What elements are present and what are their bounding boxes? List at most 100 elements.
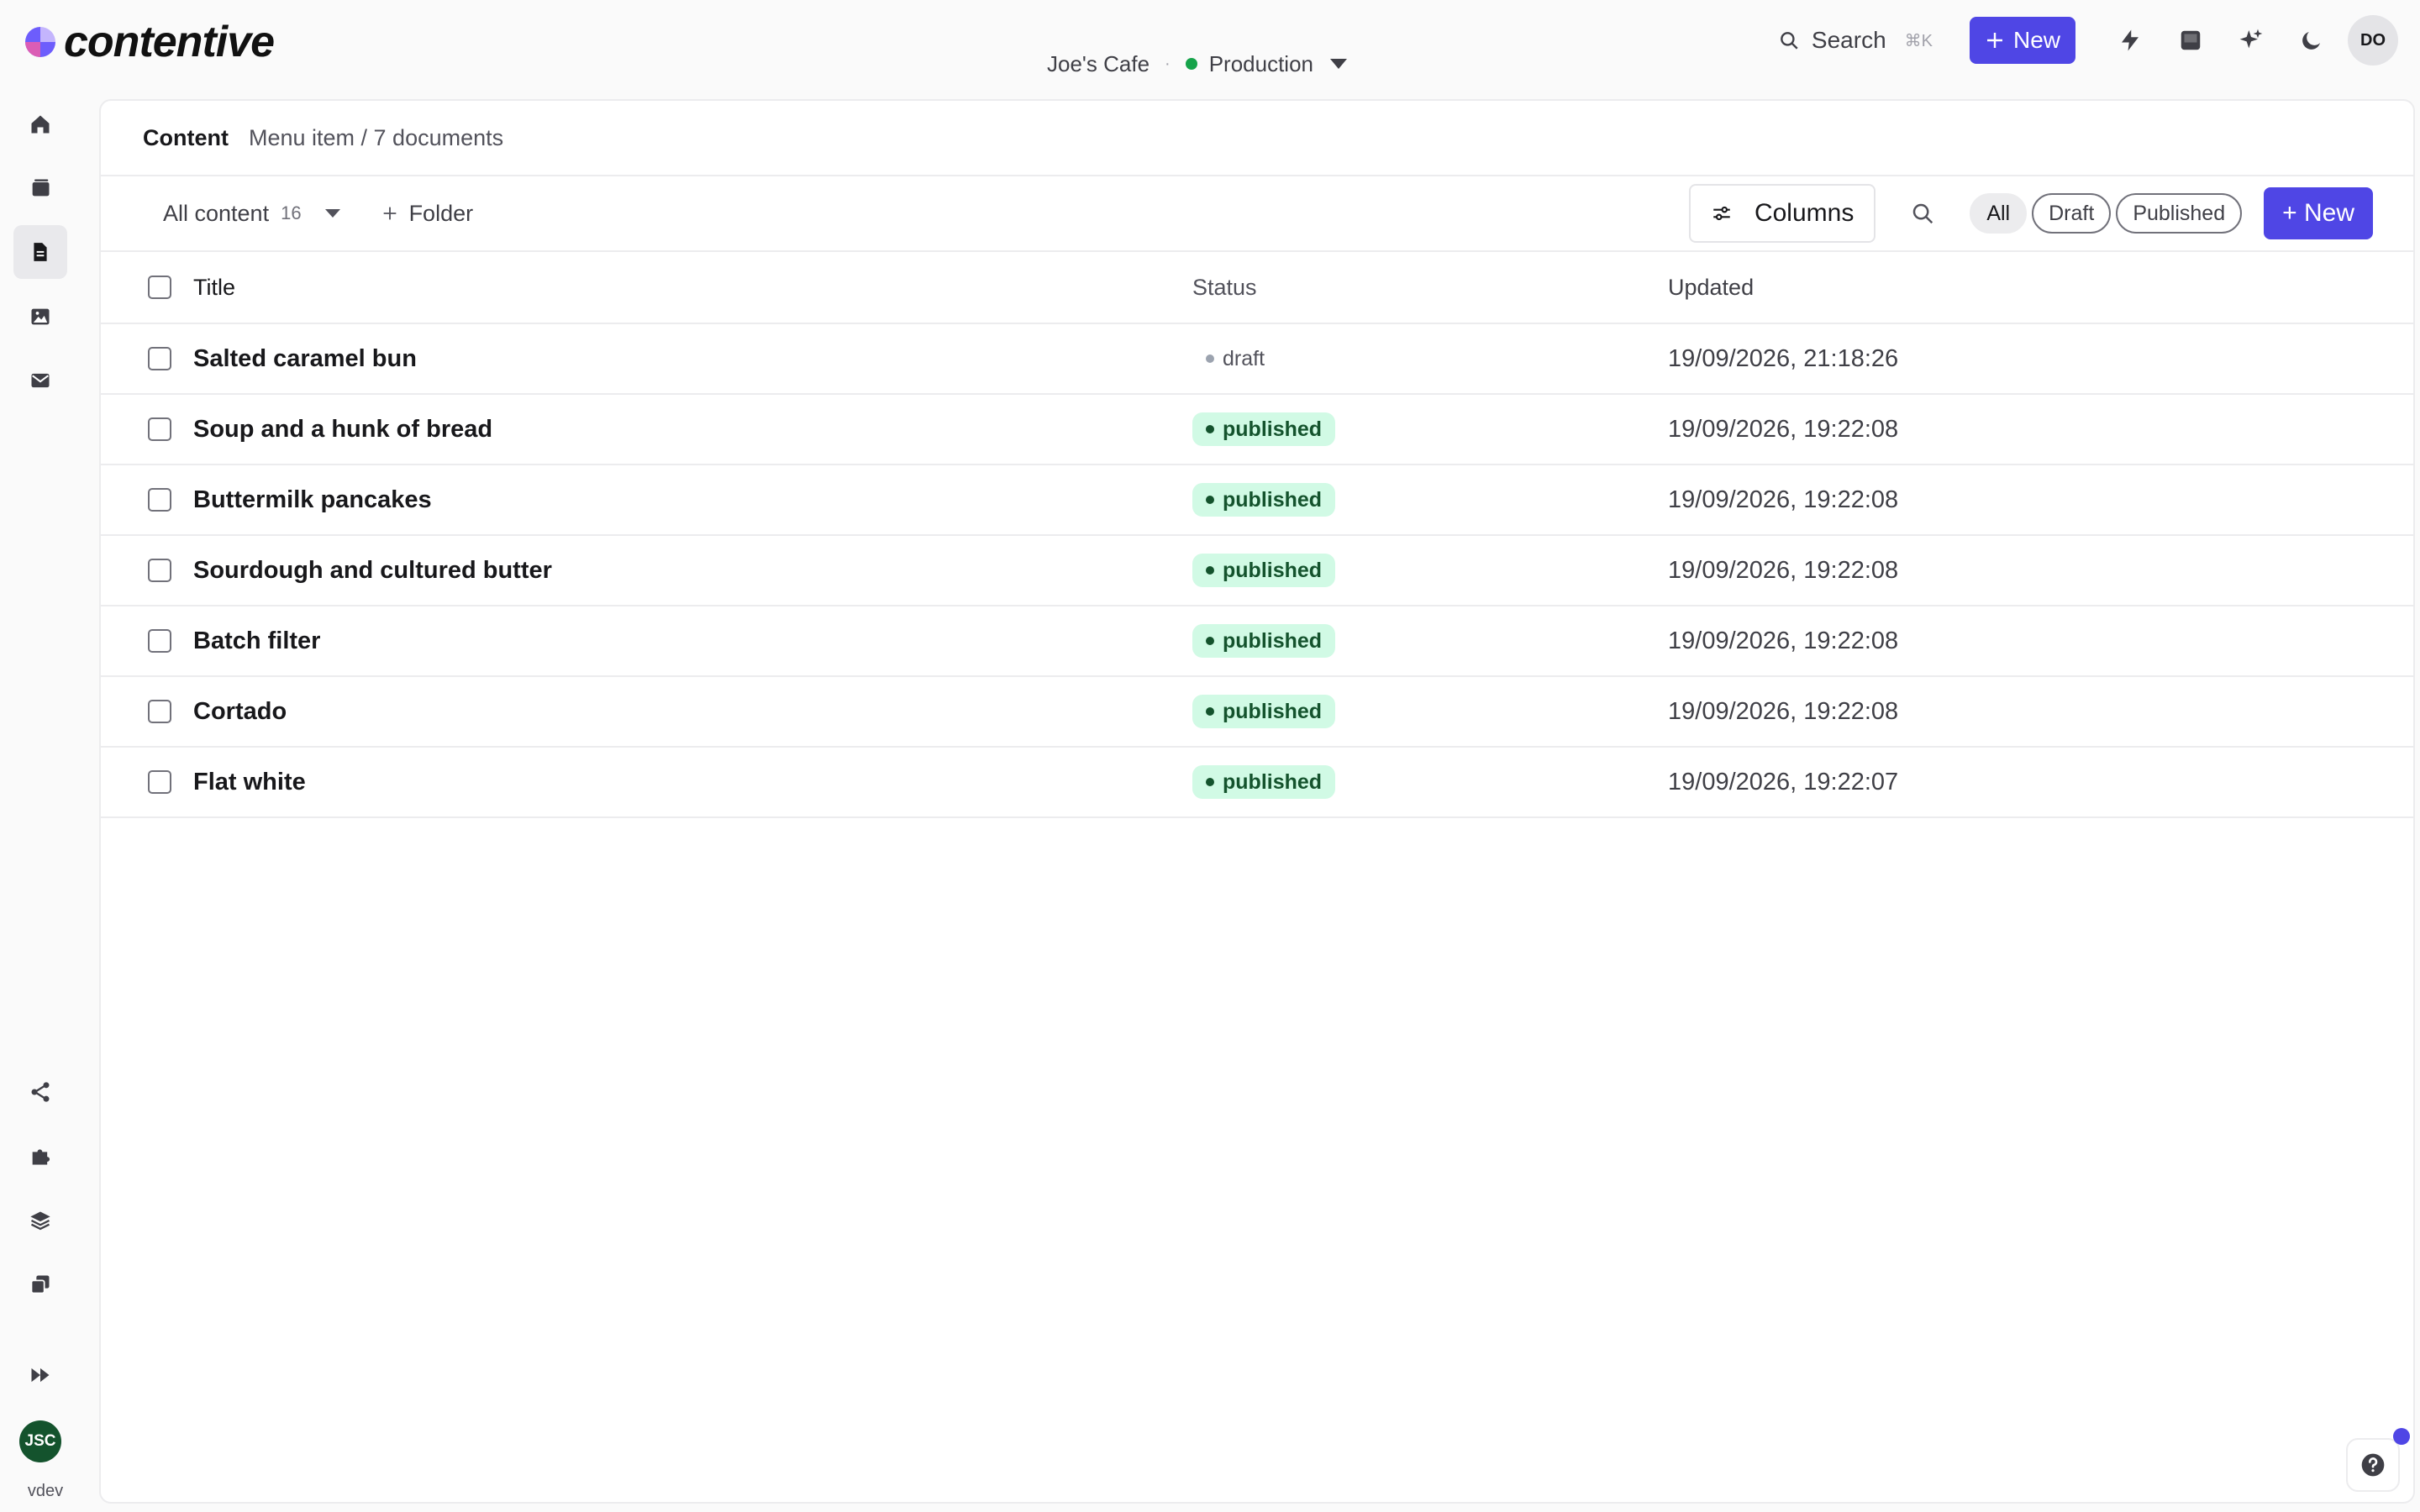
row-title[interactable]: Cortado <box>193 698 1192 726</box>
row-checkbox[interactable] <box>148 488 171 512</box>
status-label: published <box>1223 558 1323 582</box>
sliders-icon <box>1713 206 1730 221</box>
row-checkbox[interactable] <box>148 700 171 723</box>
filter-draft[interactable]: Draft <box>2032 193 2112 234</box>
status-label: published <box>1223 699 1323 723</box>
filter-all[interactable]: All <box>1970 193 2028 234</box>
row-checkbox[interactable] <box>148 629 171 653</box>
inbox-button[interactable] <box>2166 16 2215 65</box>
new-button-header[interactable]: New <box>1969 17 2075 64</box>
table-row[interactable]: Cortado published 19/09/2026, 19:22:08 <box>101 677 2413 748</box>
documents-table: Title Status Updated Salted caramel bun … <box>101 252 2413 818</box>
folder-selector-label: All content <box>163 200 270 226</box>
row-title[interactable]: Batch filter <box>193 627 1192 655</box>
rail-item-home[interactable] <box>13 97 67 151</box>
project-switcher[interactable]: Joe's Cafe · Production <box>1047 47 1348 81</box>
row-title[interactable]: Buttermilk pancakes <box>193 486 1192 514</box>
table-search-button[interactable] <box>1896 186 1949 240</box>
row-checkbox[interactable] <box>148 770 171 794</box>
row-updated: 19/09/2026, 19:22:08 <box>1668 556 1899 584</box>
status-badge: draft <box>1192 342 1278 375</box>
breadcrumb: Content Menu item / 7 documents <box>101 101 2413 176</box>
folder-selector[interactable]: All content 16 <box>163 201 340 227</box>
rail-item-media[interactable] <box>13 290 67 344</box>
row-checkbox[interactable] <box>148 417 171 441</box>
status-dot <box>1206 354 1214 363</box>
table-row[interactable]: Buttermilk pancakes published 19/09/2026… <box>101 465 2413 536</box>
columns-label: Columns <box>1754 199 1854 227</box>
status-label: published <box>1223 628 1323 653</box>
row-title[interactable]: Flat white <box>193 769 1192 796</box>
search-label: Search <box>1811 27 1886 53</box>
table-row[interactable]: Sourdough and cultured butter published … <box>101 536 2413 606</box>
environment-name: Production <box>1208 50 1314 76</box>
row-updated: 19/09/2026, 19:22:08 <box>1668 415 1899 443</box>
lightning-button[interactable] <box>2106 16 2154 65</box>
rail-item-models[interactable] <box>13 1194 67 1247</box>
layers-icon <box>30 1211 50 1231</box>
columns-button[interactable]: Columns <box>1688 184 1876 243</box>
row-title[interactable]: Soup and a hunk of bread <box>193 416 1192 444</box>
row-title[interactable]: Salted caramel bun <box>193 345 1192 373</box>
breadcrumb-path: Menu item / 7 documents <box>248 124 504 150</box>
environment-status-dot <box>1185 58 1197 70</box>
row-checkbox[interactable] <box>148 347 171 370</box>
rail-expand-button[interactable] <box>13 1348 67 1402</box>
plus-icon <box>383 207 396 220</box>
image-icon <box>31 308 50 325</box>
row-title[interactable]: Sourdough and cultured butter <box>193 557 1192 585</box>
status-dot <box>1206 778 1214 786</box>
share-icon <box>31 1082 50 1102</box>
fast-forward-icon <box>31 1368 50 1383</box>
status-badge: published <box>1192 412 1336 446</box>
status-badge: published <box>1192 695 1336 728</box>
filter-published[interactable]: Published <box>2116 193 2243 234</box>
row-checkbox[interactable] <box>148 559 171 582</box>
home-icon <box>31 115 50 134</box>
global-search-button[interactable]: Search ⌘K <box>1778 27 1933 54</box>
new-button-label: New <box>2012 27 2060 53</box>
row-updated: 19/09/2026, 19:22:08 <box>1668 697 1899 725</box>
table-row[interactable]: Salted caramel bun draft 19/09/2026, 21:… <box>101 324 2413 395</box>
chevron-down-icon <box>1330 59 1348 69</box>
status-label: published <box>1223 417 1323 441</box>
top-actions: Search ⌘K New DO <box>1778 15 2398 66</box>
column-header-updated[interactable]: Updated <box>1668 275 2413 301</box>
table-row[interactable]: Flat white published 19/09/2026, 19:22:0… <box>101 748 2413 818</box>
table-row[interactable]: Soup and a hunk of bread published 19/09… <box>101 395 2413 465</box>
status-label: published <box>1223 769 1323 794</box>
rail-item-share[interactable] <box>13 1065 67 1119</box>
add-folder-label: Folder <box>408 200 474 226</box>
status-label: draft <box>1223 346 1265 370</box>
help-button[interactable] <box>2346 1438 2400 1492</box>
table-row[interactable]: Batch filter published 19/09/2026, 19:22… <box>101 606 2413 677</box>
environment-selector[interactable]: Production <box>1185 50 1348 77</box>
plus-icon <box>1986 33 2002 48</box>
status-badge: published <box>1192 554 1336 587</box>
rail-item-forms[interactable] <box>13 354 67 407</box>
rail-item-templates[interactable] <box>13 1257 67 1311</box>
status-badge: published <box>1192 765 1336 799</box>
copy-icon <box>30 1275 50 1294</box>
content-panel: Content Menu item / 7 documents All cont… <box>99 99 2415 1504</box>
add-folder-button[interactable]: Folder <box>381 200 474 227</box>
column-header-status[interactable]: Status <box>1192 275 1668 301</box>
ai-assistant-button[interactable] <box>2227 16 2275 65</box>
notification-dot <box>2393 1428 2410 1445</box>
sparkles-icon <box>2239 29 2263 49</box>
rail-item-extensions[interactable] <box>13 1129 67 1183</box>
select-all-checkbox[interactable] <box>148 276 171 299</box>
breadcrumb-section[interactable]: Content <box>143 125 229 151</box>
status-dot <box>1206 425 1214 433</box>
status-dot <box>1206 707 1214 716</box>
status-badge: published <box>1192 483 1336 517</box>
document-icon <box>34 243 47 261</box>
theme-toggle-button[interactable] <box>2287 16 2336 65</box>
rail-item-content[interactable] <box>13 225 67 279</box>
new-document-button[interactable]: + New <box>2264 187 2373 239</box>
column-header-title[interactable]: Title <box>193 275 1192 301</box>
user-avatar[interactable]: DO <box>2348 15 2398 66</box>
workspace-avatar[interactable]: JSC <box>19 1420 61 1462</box>
rail-item-collections[interactable] <box>13 161 67 215</box>
search-icon <box>1781 32 1798 50</box>
